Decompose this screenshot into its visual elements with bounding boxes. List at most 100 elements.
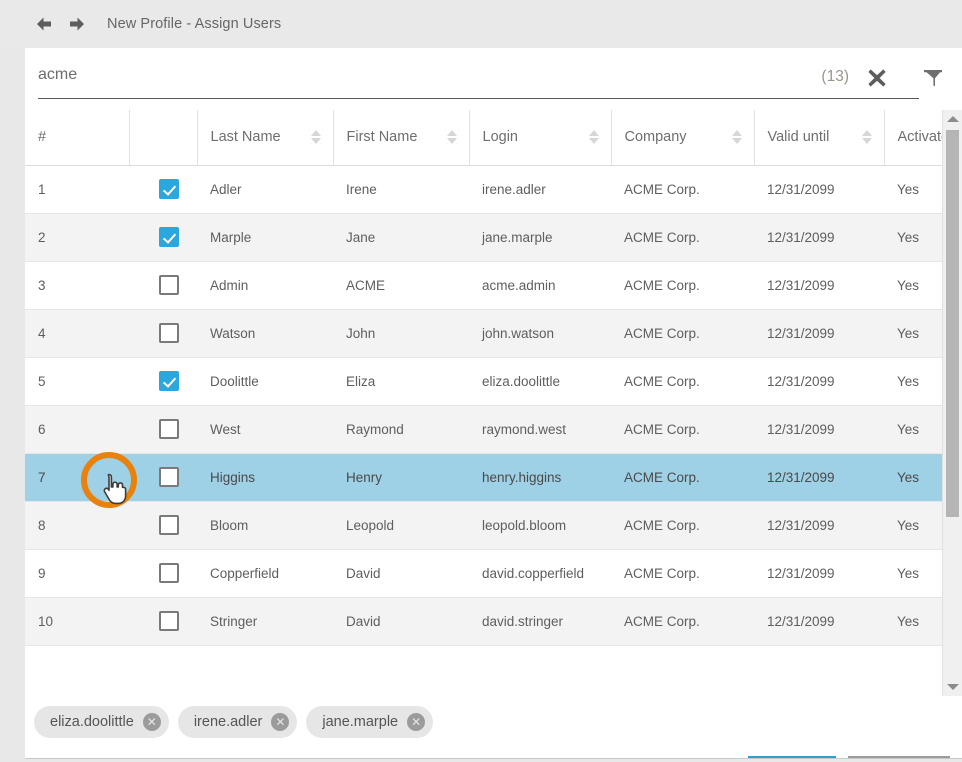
column-header-number[interactable]: # [25, 110, 129, 165]
table-row[interactable]: 7HigginsHenryhenry.higginsACME Corp.12/3… [25, 453, 962, 501]
cell-select-checkbox[interactable] [129, 501, 197, 549]
cell-login: raymond.west [469, 405, 611, 453]
cell-first-name: ACME [333, 261, 469, 309]
cell-row-number: 1 [25, 165, 129, 213]
cell-select-checkbox[interactable] [129, 597, 197, 645]
cell-company: ACME Corp. [611, 501, 754, 549]
cell-company: ACME Corp. [611, 549, 754, 597]
assign-users-dialog: (13) # [25, 48, 962, 759]
cell-company: ACME Corp. [611, 405, 754, 453]
table-row[interactable]: 4WatsonJohnjohn.watsonACME Corp.12/31/20… [25, 309, 962, 357]
column-header-valid-until[interactable]: Valid until [754, 110, 884, 165]
remove-chip-icon[interactable]: ✕ [407, 713, 425, 731]
scroll-down-arrow-icon[interactable] [943, 678, 962, 696]
arrow-right-icon[interactable] [66, 13, 88, 35]
cell-select-checkbox[interactable] [129, 261, 197, 309]
cell-select-checkbox[interactable] [129, 357, 197, 405]
cell-first-name: John [333, 309, 469, 357]
checkbox-unchecked[interactable] [159, 467, 179, 487]
cell-last-name: Doolittle [197, 357, 333, 405]
cell-company: ACME Corp. [611, 213, 754, 261]
cell-select-checkbox[interactable] [129, 309, 197, 357]
sort-arrows-icon[interactable] [447, 130, 457, 144]
cell-company: ACME Corp. [611, 261, 754, 309]
column-label: # [38, 129, 46, 145]
selected-user-chip[interactable]: irene.adler✕ [178, 706, 298, 738]
cancel-button[interactable]: CANCEL [848, 756, 950, 759]
funnel-filter-icon[interactable] [920, 65, 946, 91]
column-label: First Name [347, 129, 418, 145]
cell-first-name: Jane [333, 213, 469, 261]
arrow-left-icon[interactable] [33, 13, 55, 35]
checkbox-unchecked[interactable] [159, 275, 179, 295]
column-label: Last Name [211, 129, 281, 145]
cell-row-number: 9 [25, 549, 129, 597]
checkbox-checked[interactable] [159, 179, 179, 199]
remove-chip-icon[interactable]: ✕ [143, 713, 161, 731]
table-row[interactable]: 3AdminACMEacme.adminACME Corp.12/31/2099… [25, 261, 962, 309]
cell-valid-until: 12/31/2099 [754, 405, 884, 453]
cell-first-name: Leopold [333, 501, 469, 549]
remove-chip-icon[interactable]: ✕ [271, 713, 289, 731]
column-header-first-name[interactable]: First Name [333, 110, 469, 165]
checkbox-checked[interactable] [159, 227, 179, 247]
cell-company: ACME Corp. [611, 453, 754, 501]
cell-login: acme.admin [469, 261, 611, 309]
selected-user-chip[interactable]: eliza.doolittle✕ [34, 706, 169, 738]
table-body: 1AdlerIreneirene.adlerACME Corp.12/31/20… [25, 165, 962, 645]
column-header-company[interactable]: Company [611, 110, 754, 165]
cell-login: david.stringer [469, 597, 611, 645]
sort-arrows-icon[interactable] [732, 130, 742, 144]
cell-select-checkbox[interactable] [129, 453, 197, 501]
column-header-last-name[interactable]: Last Name [197, 110, 333, 165]
cell-first-name: Irene [333, 165, 469, 213]
cell-login: jane.marple [469, 213, 611, 261]
cell-last-name: Marple [197, 213, 333, 261]
search-input[interactable] [38, 66, 818, 84]
cell-select-checkbox[interactable] [129, 165, 197, 213]
users-table-container: # Last Name First Name [25, 110, 962, 696]
cell-valid-until: 12/31/2099 [754, 213, 884, 261]
checkbox-unchecked[interactable] [159, 419, 179, 439]
selected-users-chips: eliza.doolittle✕ irene.adler✕jane.marple✕ [25, 698, 962, 746]
dialog-footer-actions: APPLY CANCEL [748, 756, 950, 759]
cell-select-checkbox[interactable] [129, 405, 197, 453]
cell-select-checkbox[interactable] [129, 213, 197, 261]
table-row[interactable]: 8BloomLeopoldleopold.bloomACME Corp.12/3… [25, 501, 962, 549]
cell-select-checkbox[interactable] [129, 549, 197, 597]
table-row[interactable]: 6WestRaymondraymond.westACME Corp.12/31/… [25, 405, 962, 453]
cell-valid-until: 12/31/2099 [754, 309, 884, 357]
close-x-icon[interactable] [865, 66, 889, 90]
apply-button[interactable]: APPLY [748, 756, 836, 759]
table-row[interactable]: 2MarpleJanejane.marpleACME Corp.12/31/20… [25, 213, 962, 261]
scrollbar-thumb[interactable] [946, 130, 959, 517]
cell-valid-until: 12/31/2099 [754, 165, 884, 213]
cell-first-name: Raymond [333, 405, 469, 453]
cell-valid-until: 12/31/2099 [754, 261, 884, 309]
sort-arrows-icon[interactable] [311, 130, 321, 144]
table-row[interactable]: 1AdlerIreneirene.adlerACME Corp.12/31/20… [25, 165, 962, 213]
cell-login: leopold.bloom [469, 501, 611, 549]
cell-login: eliza.doolittle [469, 357, 611, 405]
checkbox-unchecked[interactable] [159, 611, 179, 631]
cell-company: ACME Corp. [611, 165, 754, 213]
checkbox-unchecked[interactable] [159, 515, 179, 535]
table-header-row: # Last Name First Name [25, 110, 962, 165]
sort-arrows-icon[interactable] [862, 130, 872, 144]
table-row[interactable]: 9CopperfieldDaviddavid.copperfieldACME C… [25, 549, 962, 597]
table-row[interactable]: 10StringerDaviddavid.stringerACME Corp.1… [25, 597, 962, 645]
column-header-login[interactable]: Login [469, 110, 611, 165]
table-row[interactable]: 5DoolittleElizaeliza.doolittleACME Corp.… [25, 357, 962, 405]
cell-last-name: Admin [197, 261, 333, 309]
scroll-up-arrow-icon[interactable] [943, 110, 962, 128]
sort-arrows-icon[interactable] [589, 130, 599, 144]
cell-row-number: 8 [25, 501, 129, 549]
window-header-bar: New Profile - Assign Users [0, 0, 962, 48]
checkbox-unchecked[interactable] [159, 563, 179, 583]
table-vertical-scrollbar[interactable] [942, 110, 962, 696]
checkbox-checked[interactable] [159, 371, 179, 391]
cell-last-name: Higgins [197, 453, 333, 501]
column-header-checkbox [129, 110, 197, 165]
selected-user-chip[interactable]: jane.marple✕ [306, 706, 433, 738]
checkbox-unchecked[interactable] [159, 323, 179, 343]
